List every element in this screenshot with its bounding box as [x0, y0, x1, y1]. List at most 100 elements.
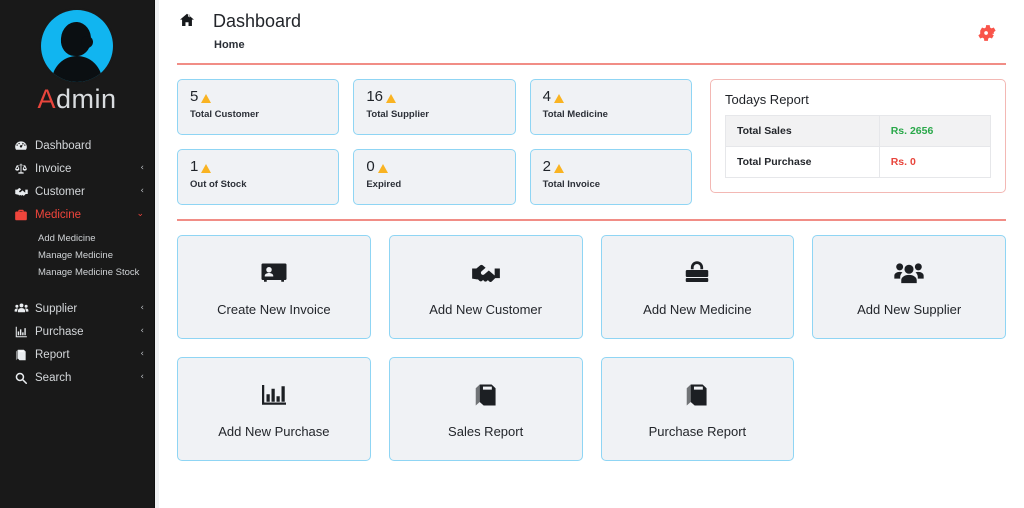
stat-card-total-customer[interactable]: 5 Total Customer	[177, 79, 340, 135]
stat-value-row: 1	[190, 159, 326, 175]
stat-label: Expired	[366, 179, 402, 190]
chevron-left-icon: ‹	[140, 326, 144, 336]
stat-label: Total Supplier	[366, 109, 429, 120]
todays-report-table: Total Sales Rs. 2656 Total Purchase Rs. …	[725, 115, 992, 178]
sidebar-item-dashboard[interactable]: Dashboard	[0, 134, 154, 157]
tile-label: Add New Customer	[429, 301, 542, 317]
sidebar-item-report[interactable]: Report ‹	[0, 343, 154, 366]
stat-value: 2	[542, 158, 551, 175]
stat-value: 1	[190, 158, 199, 175]
stat-label: Total Invoice	[542, 179, 601, 190]
avatar-face-shape	[81, 36, 93, 48]
stat-card-out-of-stock[interactable]: 1 Out of Stock	[177, 149, 340, 205]
stat-value-row: 2	[543, 159, 679, 175]
stat-label: Total Customer	[190, 109, 259, 120]
brand-rest: dmin	[55, 84, 117, 114]
triangle-up-icon	[201, 164, 212, 173]
sidebar-item-invoice[interactable]: Invoice ‹	[0, 157, 154, 180]
report-row-value: Rs. 2656	[878, 115, 992, 147]
users-group-icon	[14, 302, 33, 316]
stats-grid-wrap: 5 Total Customer 16 Total Supplier 4 Tot…	[177, 79, 692, 205]
sidebar-submenu-medicine: Add Medicine Manage Medicine Manage Medi…	[0, 226, 154, 287]
tile-add-new-medicine[interactable]: Add New Medicine	[600, 235, 795, 339]
todays-report-card: Todays Report Total Sales Rs. 2656 Total…	[710, 79, 1006, 193]
table-row: Total Purchase Rs. 0	[725, 146, 992, 178]
stat-value: 0	[366, 158, 375, 175]
sidebar-item-purchase[interactable]: Purchase ‹	[0, 320, 154, 343]
sidebar-item-label: Invoice	[35, 162, 72, 175]
avatar-body-shape	[52, 56, 102, 82]
sidebar-item-search[interactable]: Search ‹	[0, 366, 154, 389]
stat-value-row: 4	[543, 89, 679, 105]
chevron-left-icon: ‹	[140, 349, 144, 359]
todays-report-title: Todays Report	[725, 92, 809, 107]
chart-bar-icon	[14, 325, 33, 339]
dashboard-app: Admin Dashboard Invoice ‹ Customer ‹ Med…	[0, 0, 1024, 508]
report-row-key: Total Sales	[725, 115, 880, 147]
sidebar-item-medicine[interactable]: Medicine ⌄	[0, 203, 154, 226]
tile-sales-report[interactable]: Sales Report	[388, 357, 583, 461]
tile-purchase-report[interactable]: Purchase Report	[600, 357, 795, 461]
main-content: Dashboard Home 5 Total Customer 16 Total…	[155, 0, 1024, 508]
sidebar-subitem-manage-medicine[interactable]: Manage Medicine	[0, 247, 154, 264]
sidebar-item-label: Report	[35, 348, 70, 361]
book-icon	[14, 348, 33, 362]
sidebar-item-label: Dashboard	[35, 139, 92, 152]
medical-bag-icon	[682, 258, 712, 288]
handshake-icon	[14, 185, 33, 199]
tile-label: Purchase Report	[648, 423, 747, 439]
tile-create-new-invoice[interactable]: Create New Invoice	[177, 235, 371, 339]
chevron-left-icon: ‹	[140, 186, 144, 196]
page-header-left: Dashboard Home	[177, 10, 301, 51]
report-row-key: Total Purchase	[725, 146, 880, 178]
tile-add-new-supplier[interactable]: Add New Supplier	[812, 235, 1006, 339]
book-icon	[683, 380, 711, 410]
page-title: Dashboard	[213, 11, 302, 31]
stat-card-total-medicine[interactable]: 4 Total Medicine	[529, 79, 692, 135]
quick-action-tiles: Create New Invoice Add New Customer Add …	[159, 221, 1024, 461]
chevron-down-icon: ⌄	[136, 209, 144, 219]
triangle-up-icon	[554, 164, 564, 173]
page-header-texts: Dashboard Home	[213, 10, 301, 51]
tile-label: Create New Invoice	[217, 301, 331, 317]
gear-icon[interactable]	[976, 22, 998, 49]
stats-row: 5 Total Customer 16 Total Supplier 4 Tot…	[159, 65, 1024, 205]
sidebar-item-label: Medicine	[35, 208, 82, 221]
stat-card-total-invoice[interactable]: 2 Total Invoice	[529, 149, 692, 205]
sidebar-subitem-manage-medicine-stock[interactable]: Manage Medicine Stock	[0, 264, 154, 281]
stat-card-expired[interactable]: 0 Expired	[353, 149, 516, 205]
stat-card-total-supplier[interactable]: 16 Total Supplier	[353, 79, 516, 135]
brand-block: Admin	[0, 0, 154, 122]
page-header: Dashboard Home	[159, 0, 1024, 51]
handshake-icon	[470, 258, 502, 288]
book-icon	[472, 380, 500, 410]
home-icon	[179, 12, 195, 33]
stat-value: 16	[366, 88, 384, 105]
sidebar-item-label: Purchase	[35, 325, 84, 338]
tachometer-icon	[14, 139, 33, 153]
sidebar-item-supplier[interactable]: Supplier ‹	[0, 297, 154, 320]
sidebar-item-customer[interactable]: Customer ‹	[0, 180, 154, 203]
sidebar: Admin Dashboard Invoice ‹ Customer ‹ Med…	[0, 0, 155, 508]
tile-label: Add New Supplier	[857, 301, 962, 317]
sidebar-subitem-add-medicine[interactable]: Add Medicine	[0, 230, 154, 247]
tile-label: Add New Medicine	[643, 301, 752, 317]
tile-add-new-customer[interactable]: Add New Customer	[388, 235, 583, 339]
balance-scale-icon	[14, 162, 33, 176]
tile-add-new-purchase[interactable]: Add New Purchase	[177, 357, 371, 461]
table-row: Total Sales Rs. 2656	[725, 115, 992, 147]
chevron-left-icon: ‹	[140, 163, 144, 173]
sidebar-item-label: Customer	[35, 185, 85, 198]
sidebar-item-label: Supplier	[35, 302, 78, 315]
brand-accent-letter: A	[37, 84, 56, 114]
stat-value: 4	[542, 88, 551, 105]
chevron-left-icon: ‹	[140, 303, 144, 313]
users-group-icon	[893, 258, 925, 288]
brand-title: Admin	[0, 84, 154, 116]
search-icon	[14, 371, 33, 385]
id-card-icon	[259, 258, 289, 288]
stat-value-row: 16	[366, 89, 502, 105]
triangle-up-icon	[386, 94, 397, 103]
triangle-up-icon	[201, 94, 212, 103]
